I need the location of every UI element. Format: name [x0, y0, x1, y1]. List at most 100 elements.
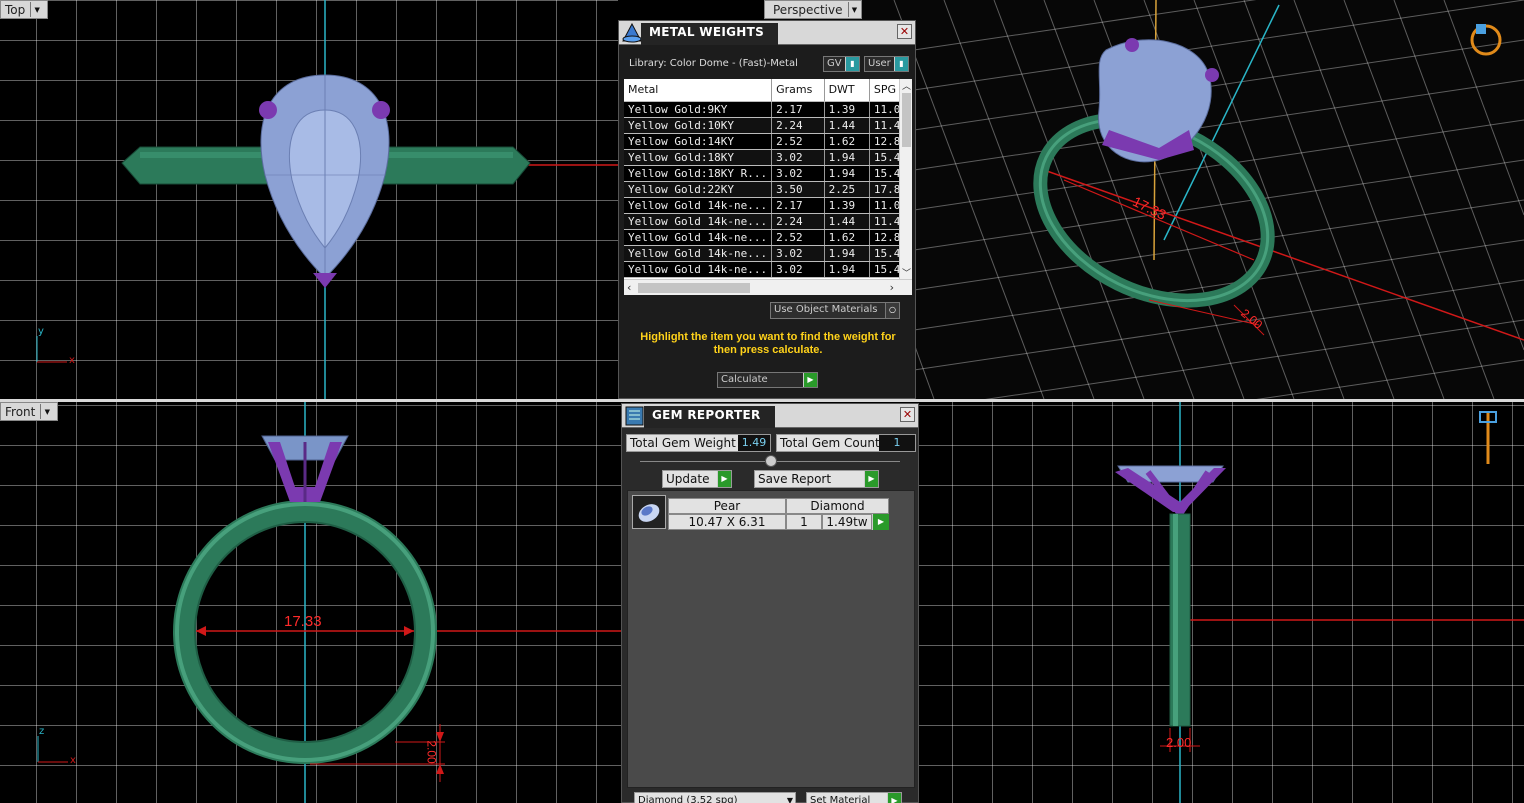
update-button[interactable]: Update ▶	[662, 470, 732, 488]
chevron-down-icon[interactable]: ▼	[30, 2, 43, 17]
table-row[interactable]: Yellow Gold:10KY 2.24 1.44 11.43	[624, 117, 912, 134]
viewport-label-perspective[interactable]: Perspective ▼	[764, 0, 862, 19]
column-header-dwt[interactable]: DWT	[824, 79, 870, 102]
total-gem-weight: Total Gem Weight 1.49	[626, 434, 771, 452]
gem-list: Pear Diamond 10.47 X 6.31 1 1.49tw ▶	[627, 490, 915, 788]
gem-list-item[interactable]: Pear Diamond 10.47 X 6.31 1 1.49tw ▶	[632, 495, 889, 530]
close-icon[interactable]: ✕	[900, 407, 915, 422]
slider-handle[interactable]	[765, 455, 777, 467]
pear-gem-icon	[632, 495, 666, 529]
viewport-front[interactable]: Front ▼ 17.33 2.00 z x	[0, 402, 621, 803]
column-header-metal[interactable]: Metal	[624, 79, 773, 102]
table-row[interactable]: Yellow Gold 14k-ne... 3.02 1.94 15.41	[624, 261, 912, 278]
gem-reporter-panel: GEM REPORTER ✕ Total Gem Weight 1.49 Tot…	[621, 403, 919, 803]
material-select-value: Diamond (3.52 spg)	[638, 795, 738, 803]
scroll-down-icon[interactable]: ﹀	[902, 266, 911, 279]
table-cell: 2.17	[771, 101, 825, 118]
front-dimension-label-2: 2.00	[424, 740, 439, 764]
chevron-down-icon[interactable]: ▼	[40, 404, 53, 419]
gem-shape: Pear	[668, 498, 786, 514]
update-label: Update	[666, 472, 710, 486]
table-cell: 2.24	[771, 117, 825, 134]
scroll-up-icon[interactable]: ︿	[902, 79, 911, 92]
table-row[interactable]: Yellow Gold 14k-ne... 3.02 1.94 15.41	[624, 245, 912, 262]
viewport-label-front[interactable]: Front ▼	[0, 402, 59, 421]
table-cell: Yellow Gold:18KY R...	[624, 165, 773, 182]
front-view-model	[37, 402, 621, 803]
vertical-scrollbar[interactable]: ︿ ﹀	[899, 79, 912, 279]
gem-reporter-titlebar[interactable]: GEM REPORTER ✕	[622, 404, 918, 428]
close-icon[interactable]: ✕	[897, 24, 912, 39]
metal-table[interactable]: Metal Grams DWT SPG Yellow Gold:9KY 2.17 1…	[624, 79, 912, 295]
report-icon	[625, 406, 644, 426]
viewport-label-top[interactable]: Top ▼	[0, 0, 49, 19]
table-cell: Yellow Gold:9KY	[624, 101, 773, 118]
total-gem-count-value: 1	[879, 435, 915, 451]
viewport-top[interactable]: Top ▼ y x	[0, 0, 618, 399]
save-report-button[interactable]: Save Report ▶	[754, 470, 879, 488]
set-material-button[interactable]: Set Material ▶	[806, 792, 902, 803]
scroll-left-icon[interactable]: ‹	[627, 281, 631, 294]
table-cell: 1.44	[824, 117, 870, 134]
table-cell: 2.52	[771, 229, 825, 246]
gv-toggle[interactable]: GV ▮	[823, 56, 860, 72]
toggle-indicator-icon: ▮	[845, 57, 859, 71]
axis-y-label: y	[38, 326, 44, 337]
chevron-down-icon: ▼	[786, 796, 793, 803]
use-object-materials-label: Use Object Materials	[774, 304, 878, 315]
table-cell: Yellow Gold:22KY	[624, 181, 773, 198]
axis-z-label: z	[39, 726, 45, 737]
table-row[interactable]: Yellow Gold:9KY 2.17 1.39 11.08	[624, 101, 912, 118]
table-row[interactable]: Yellow Gold:14KY 2.52 1.62 12.88	[624, 133, 912, 150]
dome-icon	[622, 22, 642, 43]
table-cell: Yellow Gold 14k-ne...	[624, 245, 773, 262]
total-gem-count-label: Total Gem Count	[780, 436, 880, 450]
metal-weights-titlebar[interactable]: METAL WEIGHTS ✕	[619, 21, 915, 45]
table-cell: Yellow Gold:10KY	[624, 117, 773, 134]
table-cell: 1.39	[824, 101, 870, 118]
gem-reporter-title: GEM REPORTER	[644, 406, 775, 428]
play-icon: ▶	[803, 373, 817, 387]
table-cell: 3.02	[771, 165, 825, 182]
metal-weights-title: METAL WEIGHTS	[641, 23, 779, 45]
table-cell: 3.02	[771, 149, 825, 166]
scrollbar-thumb[interactable]	[902, 93, 911, 147]
table-cell: 1.94	[824, 261, 870, 278]
table-row[interactable]: Yellow Gold 14k-ne... 2.17 1.39 11.08	[624, 197, 912, 214]
table-row[interactable]: Yellow Gold 14k-ne... 2.52 1.62 12.88	[624, 229, 912, 246]
play-icon: ▶	[887, 793, 901, 803]
gv-toggle-label: GV	[827, 58, 842, 69]
gem-count: 1	[786, 514, 822, 530]
total-gem-weight-label: Total Gem Weight	[630, 436, 736, 450]
table-cell: Yellow Gold 14k-ne...	[624, 213, 773, 230]
table-row[interactable]: Yellow Gold:18KY 3.02 1.94 15.41	[624, 149, 912, 166]
scrollbar-thumb[interactable]	[638, 283, 750, 293]
table-cell: 2.52	[771, 133, 825, 150]
table-cell: Yellow Gold 14k-ne...	[624, 229, 773, 246]
use-object-materials-toggle[interactable]: Use Object Materials ○	[770, 302, 900, 319]
table-row[interactable]: Yellow Gold:18KY R... 3.02 1.94 15.41	[624, 165, 912, 182]
metal-weights-panel: METAL WEIGHTS ✕ Library: Color Dome - (F…	[618, 20, 916, 399]
table-cell: 1.94	[824, 149, 870, 166]
material-select[interactable]: Diamond (3.52 spg) ▼	[634, 792, 796, 803]
viewport-label-text: Top	[5, 2, 26, 17]
user-toggle[interactable]: User ▮	[864, 56, 909, 72]
chevron-down-icon[interactable]: ▼	[847, 2, 861, 17]
gem-size: 10.47 X 6.31	[668, 514, 786, 530]
horizontal-scrollbar[interactable]: ‹ ›	[624, 279, 912, 295]
viewport-label-text: Front	[5, 404, 36, 419]
calculate-label: Calculate	[721, 374, 768, 385]
total-gem-count: Total Gem Count 1	[776, 434, 916, 452]
library-label: Library: Color Dome - (Fast)-Metal	[629, 58, 798, 69]
table-cell: 3.02	[771, 245, 825, 262]
play-icon[interactable]: ▶	[872, 514, 889, 530]
viewport-right[interactable]: 2.00	[918, 402, 1524, 803]
table-row[interactable]: Yellow Gold 14k-ne... 2.24 1.44 11.43	[624, 213, 912, 230]
scroll-right-icon[interactable]: ›	[890, 281, 894, 294]
table-cell: 1.62	[824, 133, 870, 150]
table-row[interactable]: Yellow Gold:22KY 3.50 2.25 17.89	[624, 181, 912, 198]
calculate-button[interactable]: Calculate ▶	[717, 372, 818, 388]
set-material-label: Set Material	[810, 795, 871, 803]
column-header-grams[interactable]: Grams	[771, 79, 825, 102]
save-report-label: Save Report	[758, 472, 832, 486]
